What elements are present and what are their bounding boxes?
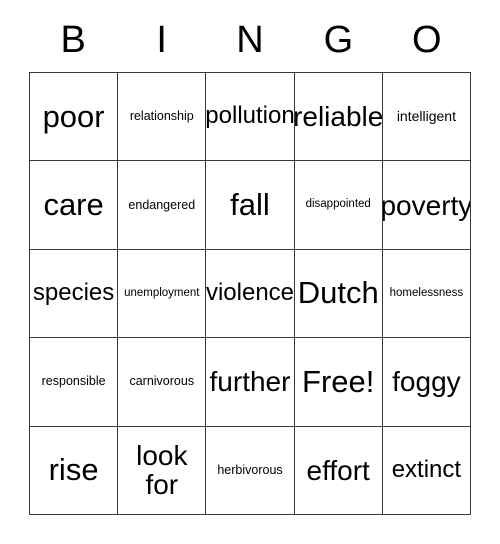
bingo-cell-label: reliable <box>294 101 383 133</box>
bingo-cell-label: pollution <box>206 102 295 130</box>
bingo-cell-label: Dutch <box>297 275 379 311</box>
bingo-cell-label: rise <box>48 452 99 488</box>
bingo-cell[interactable]: relationship <box>118 73 207 162</box>
bingo-cell[interactable]: poor <box>30 73 119 162</box>
bingo-cell-label: herbivorous <box>217 462 283 477</box>
bingo-cell-label: responsible <box>41 374 106 389</box>
bingo-cell-label: Free! <box>302 363 375 399</box>
bingo-cell[interactable]: care <box>30 161 119 250</box>
bingo-cell[interactable]: poverty <box>382 161 471 250</box>
bingo-cell-label: poverty <box>382 189 471 221</box>
bingo-cell-label: disappointed <box>305 198 371 211</box>
bingo-cell[interactable]: responsible <box>30 338 119 427</box>
header-letter-o: O <box>412 19 442 61</box>
bingo-cell[interactable]: extinct <box>382 426 471 515</box>
bingo-card: B I N G O poor relationship pollution re… <box>0 0 500 544</box>
header-letter-b: B <box>60 19 86 61</box>
bingo-cell[interactable]: unemployment <box>118 249 207 339</box>
bingo-cell-label: fall <box>230 186 270 222</box>
bingo-cell[interactable]: disappointed <box>294 161 383 250</box>
bingo-header: B I N G O <box>29 14 471 66</box>
bingo-cell[interactable]: species <box>30 249 119 339</box>
header-letter-i: I <box>156 19 167 61</box>
bingo-cell[interactable]: violence <box>206 249 295 339</box>
bingo-cell-label: poor <box>42 98 105 134</box>
bingo-cell[interactable]: reliable <box>294 73 383 162</box>
bingo-cell-label: look for <box>136 440 188 501</box>
bingo-cell[interactable]: foggy <box>382 338 471 427</box>
header-letter-n: N <box>236 19 264 61</box>
bingo-cell-label: violence <box>206 279 295 307</box>
bingo-cell-label: relationship <box>129 109 194 124</box>
bingo-grid: poor relationship pollution reliable int… <box>29 72 471 515</box>
bingo-cell[interactable]: fall <box>206 161 295 250</box>
bingo-cell[interactable]: Dutch <box>294 249 383 339</box>
bingo-cell-label: foggy <box>392 366 461 398</box>
bingo-cell[interactable]: homelessness <box>382 249 471 339</box>
bingo-cell-label: endangered <box>128 197 196 212</box>
bingo-cell[interactable]: pollution <box>206 73 295 162</box>
header-letter-g: G <box>323 19 354 61</box>
bingo-cell-label: unemployment <box>124 286 200 299</box>
bingo-cell-label: homelessness <box>389 286 464 299</box>
bingo-cell-label: carnivorous <box>129 374 195 389</box>
bingo-cell-label: intelligent <box>396 108 456 125</box>
bingo-cell-label: further <box>209 366 291 398</box>
bingo-cell[interactable]: endangered <box>118 161 207 250</box>
bingo-cell[interactable]: herbivorous <box>206 426 295 515</box>
bingo-cell[interactable]: intelligent <box>382 73 471 162</box>
bingo-cell-free-space[interactable]: Free! <box>294 338 383 427</box>
bingo-cell[interactable]: carnivorous <box>118 338 207 427</box>
bingo-cell[interactable]: look for <box>118 426 207 515</box>
bingo-cell-label: extinct <box>391 455 462 483</box>
bingo-cell[interactable]: rise <box>30 426 119 515</box>
bingo-cell-label: effort <box>306 454 370 486</box>
bingo-cell-label: care <box>43 186 104 222</box>
bingo-cell[interactable]: further <box>206 338 295 427</box>
bingo-cell-label: species <box>32 279 115 307</box>
bingo-cell[interactable]: effort <box>294 426 383 515</box>
